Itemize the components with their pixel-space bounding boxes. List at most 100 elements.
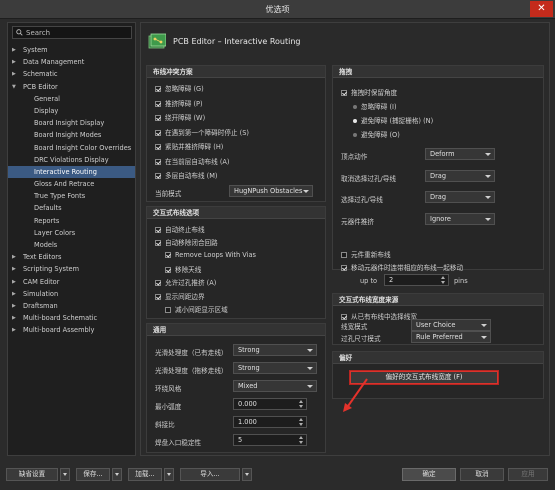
- drag-obstacle-radio[interactable]: 避免障碍 (捕捉栅格) (N): [353, 115, 433, 125]
- search-input[interactable]: Search: [12, 26, 132, 39]
- spin-up-icon[interactable]: [299, 436, 303, 439]
- general-row-select[interactable]: Strong: [233, 362, 317, 374]
- tree-item[interactable]: ▶ Schematic: [8, 68, 135, 80]
- drag-row-select[interactable]: Ignore: [425, 212, 495, 225]
- spin-down-icon[interactable]: [299, 423, 303, 426]
- tree-item[interactable]: Layer Colors: [8, 227, 135, 239]
- tree-item[interactable]: ▶ CAM Editor: [8, 276, 135, 288]
- load-button[interactable]: 加载...: [128, 468, 162, 481]
- tree-item[interactable]: Board Insight Display: [8, 117, 135, 129]
- general-row-spinner[interactable]: 1.000: [233, 416, 307, 428]
- general-row-select[interactable]: Mixed: [233, 380, 317, 392]
- favorite-widths-button[interactable]: 偏好的交互式布线宽度 (F): [350, 371, 498, 384]
- drag-obstacle-radio[interactable]: 忽略障碍 (I): [353, 101, 397, 111]
- close-button[interactable]: ✕: [530, 1, 553, 17]
- tree-item[interactable]: Models: [8, 239, 135, 251]
- routing-option-checkbox[interactable]: 允许过孔推挤 (A): [155, 277, 216, 287]
- tree-item[interactable]: ▶ System: [8, 44, 135, 56]
- chevron-down-icon[interactable]: ▼: [12, 81, 16, 93]
- chevron-right-icon[interactable]: ▶: [12, 288, 16, 300]
- spin-up-icon[interactable]: [441, 276, 445, 279]
- general-row-select[interactable]: Strong: [233, 344, 317, 356]
- drag-row-select[interactable]: Drag: [425, 169, 495, 182]
- save-button[interactable]: 保存...: [76, 468, 110, 481]
- routing-option-checkbox[interactable]: 自动终止布线: [155, 224, 205, 234]
- tree-item[interactable]: ▼ PCB Editor: [8, 81, 135, 93]
- tree-item[interactable]: Gloss And Retrace: [8, 178, 135, 190]
- conflict-option-checkbox-label: 在遇到第一个障碍时停止 (S): [165, 128, 249, 137]
- chevron-right-icon[interactable]: ▶: [12, 324, 16, 336]
- width-source-row-select[interactable]: User Choice: [411, 319, 491, 331]
- spin-up-icon[interactable]: [299, 418, 303, 421]
- chevron-right-icon[interactable]: ▶: [12, 300, 16, 312]
- chevron-right-icon[interactable]: ▶: [12, 68, 16, 80]
- default-settings-button[interactable]: 缺省设置: [6, 468, 58, 481]
- tree-item-label: Multi-board Schematic: [23, 314, 98, 323]
- tree-item[interactable]: Interactive Routing: [8, 165, 135, 179]
- tree-item[interactable]: Board Insight Color Overrides: [8, 142, 135, 154]
- tree-item[interactable]: True Type Fonts: [8, 190, 135, 202]
- chevron-right-icon[interactable]: ▶: [12, 251, 16, 263]
- tree-item[interactable]: Board Insight Modes: [8, 129, 135, 141]
- conflict-option-checkbox[interactable]: 绕开障碍 (W): [155, 112, 205, 122]
- tree-item[interactable]: ▶ Text Editors: [8, 251, 135, 263]
- load-dropdown[interactable]: [164, 468, 174, 481]
- spin-down-icon[interactable]: [299, 405, 303, 408]
- tree-item[interactable]: ▶ Data Management: [8, 56, 135, 68]
- routing-option-checkbox[interactable]: 自动移除闭合回路: [155, 237, 218, 247]
- routing-option-checkbox[interactable]: 减小间距显示区域: [165, 304, 228, 314]
- tree-item[interactable]: Defaults: [8, 202, 135, 214]
- general-row-spinner[interactable]: 0.000: [233, 398, 307, 410]
- tree-item[interactable]: ▶ Draftsman: [8, 300, 135, 312]
- conflict-option-checkbox[interactable]: 在当前层自动布线 (A): [155, 156, 230, 166]
- move-with-routes-checkbox[interactable]: 移动元器件时连带相应的布线一起移动: [341, 262, 463, 272]
- reroute-components-checkbox[interactable]: 元件重新布线: [341, 249, 391, 259]
- conflict-option-checkbox[interactable]: 紧贴并推挤障碍 (H): [155, 141, 223, 151]
- conflict-option-checkbox-label: 推挤障碍 (P): [165, 99, 203, 108]
- tree-item[interactable]: ▶ Scripting System: [8, 263, 135, 275]
- conflict-option-checkbox[interactable]: 多层自动布线 (M): [155, 170, 218, 180]
- upto-pins-spinner[interactable]: 2: [384, 274, 449, 286]
- conflict-option-checkbox[interactable]: 推挤障碍 (P): [155, 98, 203, 108]
- tree-item[interactable]: General: [8, 93, 135, 105]
- tree-item[interactable]: ▶ Simulation: [8, 288, 135, 300]
- conflict-resolution-group: 布线冲突方案 当前模式 HugNPush Obstacles 忽略障碍 (G) 推…: [146, 65, 326, 202]
- tree-item[interactable]: ▶ Multi-board Schematic: [8, 312, 135, 324]
- width-source-row-select[interactable]: Rule Preferred: [411, 330, 491, 343]
- drag-row-select[interactable]: Deform: [425, 148, 495, 160]
- tree-item[interactable]: Reports: [8, 215, 135, 227]
- radio-dot: [353, 105, 357, 109]
- spin-down-icon[interactable]: [299, 441, 303, 444]
- tree-item[interactable]: Display: [8, 105, 135, 117]
- import-dropdown[interactable]: [242, 468, 252, 481]
- cancel-button[interactable]: 取消: [460, 468, 504, 481]
- conflict-option-checkbox[interactable]: 忽略障碍 (G): [155, 83, 204, 93]
- general-row-spinner[interactable]: 5: [233, 434, 307, 446]
- spin-up-icon[interactable]: [299, 400, 303, 403]
- chevron-right-icon[interactable]: ▶: [12, 56, 16, 68]
- chevron-right-icon[interactable]: ▶: [12, 276, 16, 288]
- import-button[interactable]: 导入...: [180, 468, 240, 481]
- ok-button[interactable]: 确定: [402, 468, 456, 481]
- conflict-option-checkbox[interactable]: 在遇到第一个障碍时停止 (S): [155, 127, 249, 137]
- pick-existing-width-checkbox[interactable]: 从已有布线中选择线宽: [341, 311, 417, 321]
- general-row-select-value: Strong: [238, 346, 260, 354]
- conflict-option-checkbox-label: 紧贴并推挤障碍 (H): [165, 143, 224, 151]
- chevron-right-icon[interactable]: ▶: [12, 312, 16, 324]
- keep-angle-checkbox[interactable]: 拖拽时保留角度: [341, 87, 397, 97]
- chevron-right-icon[interactable]: ▶: [12, 263, 16, 275]
- tree-item[interactable]: DRC Violations Display: [8, 154, 135, 166]
- apply-button[interactable]: 应用: [508, 468, 548, 481]
- tree-item[interactable]: ▶ Multi-board Assembly: [8, 324, 135, 336]
- default-settings-dropdown[interactable]: [60, 468, 70, 481]
- routing-option-checkbox[interactable]: Remove Loops With Vias: [165, 251, 256, 259]
- save-dropdown[interactable]: [112, 468, 122, 481]
- checkbox-box: [155, 144, 161, 150]
- current-mode-select[interactable]: HugNPush Obstacles: [229, 185, 313, 197]
- routing-option-checkbox[interactable]: 显示间距边界: [155, 291, 205, 301]
- drag-row-select[interactable]: Drag: [425, 191, 495, 203]
- drag-obstacle-radio[interactable]: 避免障碍 (O): [353, 129, 400, 139]
- routing-option-checkbox[interactable]: 移除天线: [165, 264, 201, 274]
- spin-down-icon[interactable]: [441, 281, 445, 284]
- chevron-right-icon[interactable]: ▶: [12, 44, 16, 56]
